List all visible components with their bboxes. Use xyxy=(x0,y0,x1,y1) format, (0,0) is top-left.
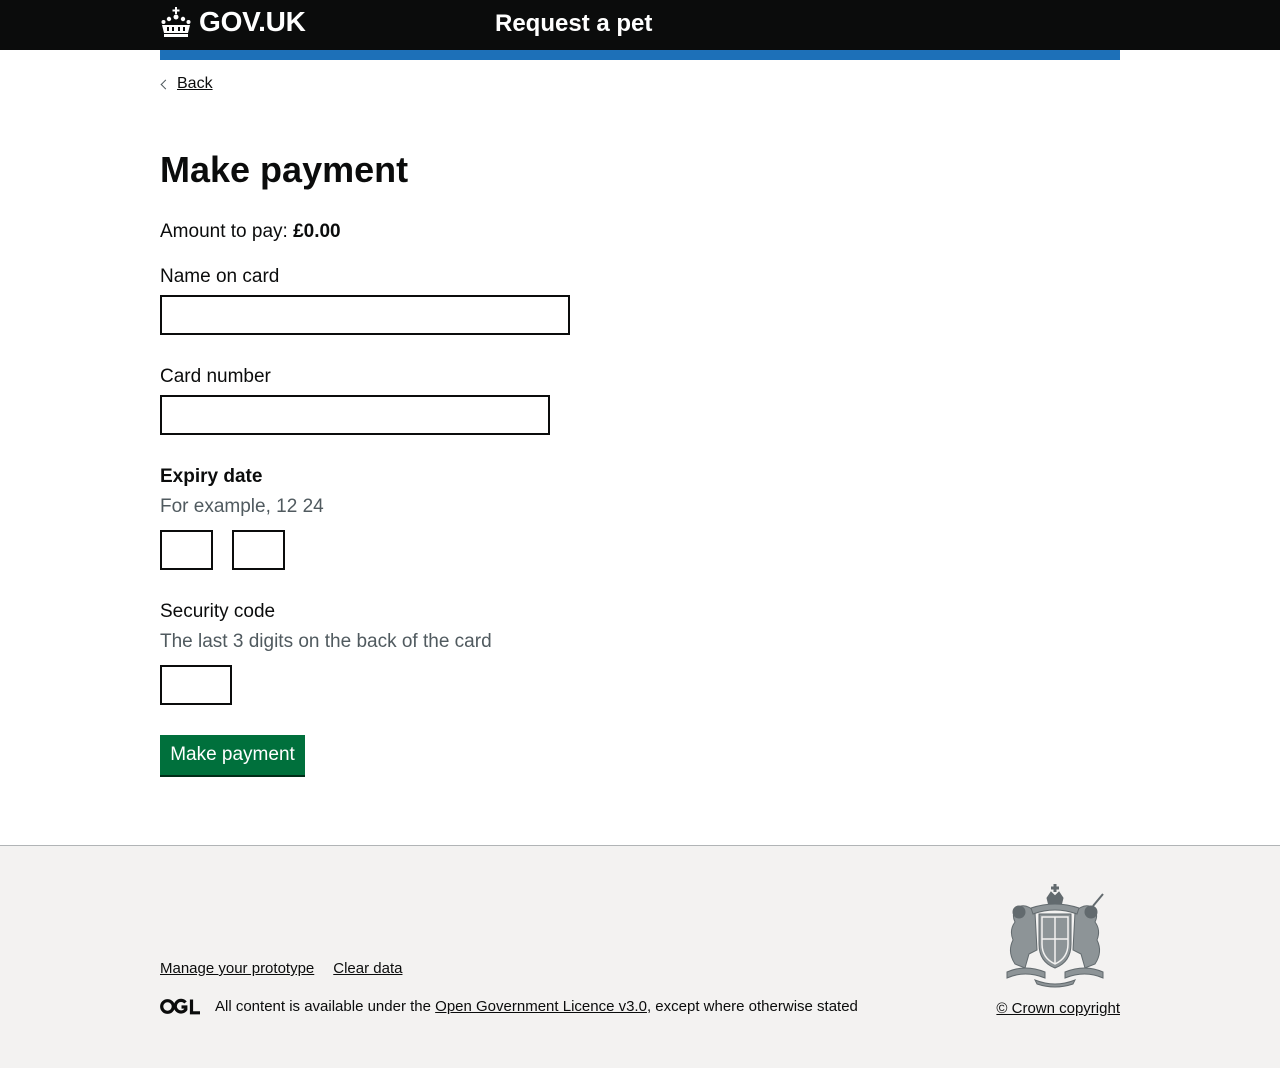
back-link-text[interactable]: Back xyxy=(177,75,213,93)
name-on-card-input[interactable] xyxy=(160,295,570,335)
make-payment-button[interactable]: Make payment xyxy=(160,735,305,775)
crown-icon xyxy=(161,7,191,37)
footer-links: Manage your prototype Clear data xyxy=(160,960,402,977)
ogl-logo-icon xyxy=(160,998,200,1015)
site-footer: Manage your prototype Clear data All con… xyxy=(0,845,1280,1068)
govuk-home-link[interactable]: GOV.UK xyxy=(160,6,306,38)
header-accent-bar xyxy=(160,50,1120,60)
card-number-input[interactable] xyxy=(160,395,550,435)
expiry-month-input[interactable] xyxy=(160,530,213,570)
site-header: GOV.UK Request a pet xyxy=(0,0,1280,50)
chevron-left-icon xyxy=(160,79,171,89)
back-link[interactable]: Back xyxy=(160,75,213,93)
expiry-year-input[interactable] xyxy=(232,530,285,570)
crown-copyright-link[interactable]: © Crown copyright xyxy=(996,1000,1120,1017)
amount-to-pay: Amount to pay: £0.00 xyxy=(160,221,341,243)
name-on-card-label: Name on card xyxy=(160,266,280,287)
card-number-label: Card number xyxy=(160,366,271,387)
security-code-input[interactable] xyxy=(160,665,232,705)
service-name-link[interactable]: Request a pet xyxy=(495,10,652,38)
security-code-label: Security code xyxy=(160,601,276,622)
security-code-hint: The last 3 digits on the back of the car… xyxy=(160,631,492,652)
royal-coat-of-arms-icon xyxy=(1006,884,1104,988)
licence-prefix: All content is available under the xyxy=(215,998,431,1015)
header-container: GOV.UK Request a pet xyxy=(160,0,1120,50)
manage-prototype-link[interactable]: Manage your prototype xyxy=(160,960,314,977)
amount-label: Amount to pay: xyxy=(160,221,288,242)
clear-data-link[interactable]: Clear data xyxy=(333,960,402,977)
licence-suffix: , except where otherwise stated xyxy=(646,998,858,1015)
licence-statement: All content is available under the Open … xyxy=(160,998,858,1015)
expiry-date-legend: Expiry date xyxy=(160,466,263,487)
logo-text: GOV.UK xyxy=(199,6,306,37)
ogl-licence-link[interactable]: Open Government Licence v3.0 xyxy=(435,998,647,1015)
amount-value: £0.00 xyxy=(293,221,341,242)
expiry-date-hint: For example, 12 24 xyxy=(160,496,324,517)
page-title: Make payment xyxy=(160,149,409,190)
